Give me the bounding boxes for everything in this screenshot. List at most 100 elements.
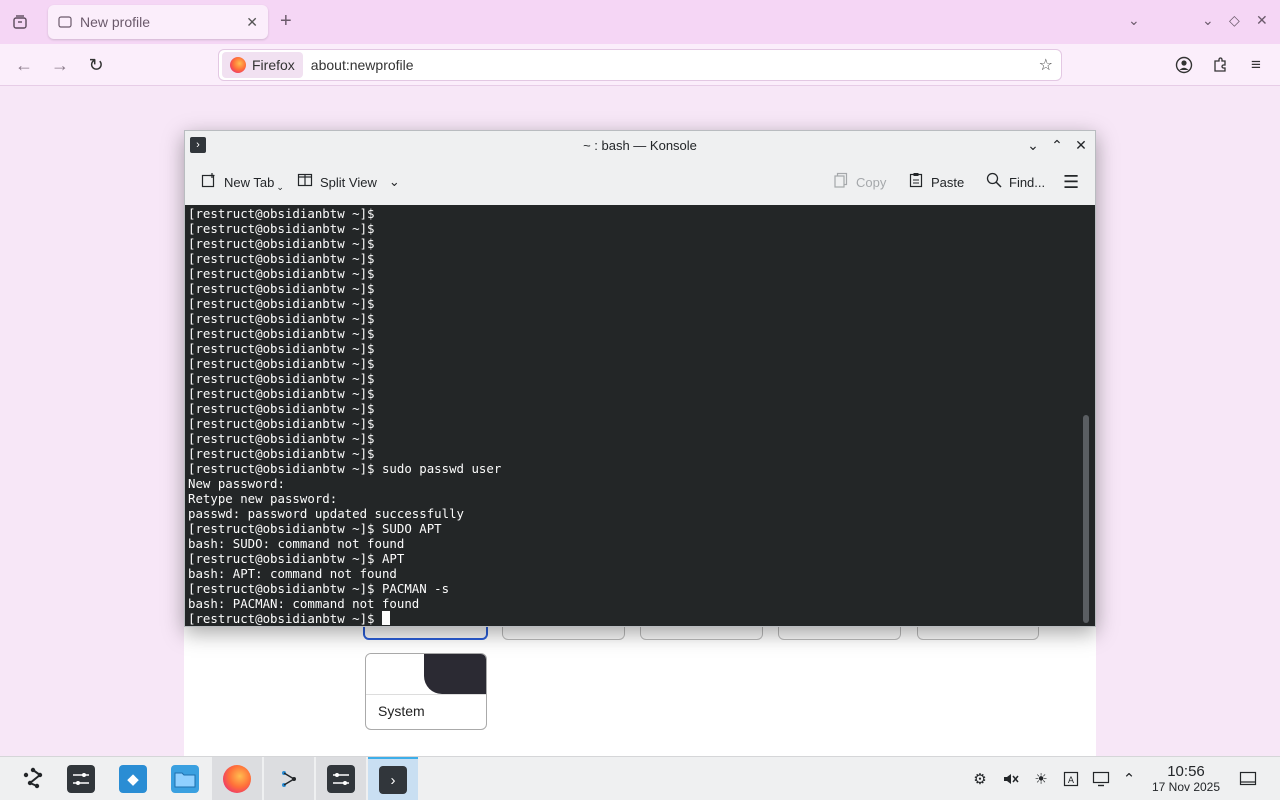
application-launcher[interactable]	[8, 757, 58, 800]
digital-clock[interactable]: 10:56 17 Nov 2025	[1146, 764, 1226, 795]
minimize-icon[interactable]: ⌄	[1024, 136, 1042, 154]
network-icon[interactable]: ⚙	[970, 769, 990, 789]
konsole-window: › ~ : bash — Konsole ⌄ ⌃ ✕ New Tab ⌄ Spl…	[184, 130, 1096, 627]
network-dots-icon	[282, 771, 296, 787]
terminal-line: [restruct@obsidianbtw ~]$ APT	[188, 551, 405, 566]
konsole-titlebar[interactable]: › ~ : bash — Konsole ⌄ ⌃ ✕	[185, 131, 1095, 159]
account-icon[interactable]	[1173, 54, 1195, 76]
terminal-line: [restruct@obsidianbtw ~]$	[188, 221, 375, 236]
split-view-dropdown-icon[interactable]: ⌄	[389, 174, 400, 190]
theme-card[interactable]	[640, 626, 763, 640]
terminal-line: passwd: password updated successfully	[188, 506, 465, 521]
window-minimize-icon[interactable]: ⌄	[1202, 12, 1214, 29]
theme-card[interactable]	[917, 626, 1039, 640]
terminal-prompt-line[interactable]: [restruct@obsidianbtw ~]$	[188, 611, 501, 626]
settings-sliders-icon	[67, 765, 95, 793]
window-close-icon[interactable]: ✕	[1256, 12, 1268, 29]
window-maximize-icon[interactable]: ◇	[1229, 12, 1240, 29]
theme-card[interactable]	[502, 626, 625, 640]
scrollbar-thumb[interactable]	[1083, 415, 1089, 623]
firefox-icon	[223, 765, 251, 793]
terminal-line: [restruct@obsidianbtw ~]$	[188, 401, 375, 416]
new-tab-label: New Tab	[224, 174, 275, 190]
display-icon[interactable]	[1091, 769, 1111, 789]
taskbar-kdeconnect[interactable]	[264, 757, 314, 800]
terminal-line: [restruct@obsidianbtw ~]$	[188, 296, 375, 311]
terminal-line: [restruct@obsidianbtw ~]$	[188, 341, 375, 356]
url-bar[interactable]: Firefox about:newprofile ☆	[218, 49, 1062, 81]
taskbar-settings[interactable]	[56, 757, 106, 800]
terminal-line: Retype new password:	[188, 491, 338, 506]
svg-text:A: A	[1068, 776, 1075, 786]
bookmark-star-icon[interactable]: ☆	[1039, 55, 1053, 75]
clock-date: 17 Nov 2025	[1151, 780, 1221, 794]
terminal-display[interactable]: [restruct@obsidianbtw ~]$ [restruct@obsid…	[185, 205, 1095, 626]
tray-expand-icon[interactable]: ⌃	[1119, 769, 1139, 789]
find-button[interactable]: Find...	[986, 172, 1045, 192]
maximize-icon[interactable]: ⌃	[1048, 136, 1066, 154]
identity-box[interactable]: Firefox	[222, 52, 303, 78]
tab-close-icon[interactable]: ✕	[246, 14, 258, 31]
terminal-line: [restruct@obsidianbtw ~]$	[188, 356, 375, 371]
favicon-icon	[58, 16, 72, 28]
back-icon[interactable]: ←	[13, 54, 35, 76]
terminal-line: bash: APT: command not found	[188, 566, 397, 581]
terminal-line: [restruct@obsidianbtw ~]$	[188, 236, 375, 251]
taskbar-firefox[interactable]	[212, 757, 262, 800]
new-tab-icon	[201, 172, 217, 192]
list-all-tabs-icon[interactable]: ⌄	[1128, 12, 1140, 29]
terminal-line: [restruct@obsidianbtw ~]$ sudo passwd us…	[188, 461, 502, 476]
terminal-line: [restruct@obsidianbtw ~]$	[188, 326, 375, 341]
copy-label: Copy	[856, 174, 887, 190]
theme-card-system[interactable]: System	[365, 653, 487, 730]
window-title: ~ : bash — Konsole	[583, 137, 697, 153]
new-tab-button[interactable]: New Tab ⌄	[201, 172, 284, 192]
close-icon[interactable]: ✕	[1072, 136, 1090, 154]
firefox-logo-icon	[230, 57, 246, 73]
browser-tabstrip: New profile ✕ + ⌄ ⌄ ◇ ✕	[0, 0, 1280, 44]
menu-icon[interactable]: ≡	[1245, 54, 1267, 76]
keyboard-layout-icon[interactable]: A	[1061, 769, 1081, 789]
terminal-line: [restruct@obsidianbtw ~]$	[188, 266, 375, 281]
terminal-line: bash: SUDO: command not found	[188, 536, 405, 551]
terminal-line: [restruct@obsidianbtw ~]$	[188, 281, 375, 296]
taskbar-dolphin[interactable]	[160, 757, 210, 800]
terminal-line: [restruct@obsidianbtw ~]$	[188, 431, 375, 446]
taskbar-system-settings[interactable]	[316, 757, 366, 800]
find-label: Find...	[1009, 174, 1046, 190]
url-input[interactable]: about:newprofile	[311, 57, 1039, 73]
terminal-prompt: [restruct@obsidianbtw ~]$	[188, 611, 382, 626]
taskbar-discover[interactable]: ◆	[108, 757, 158, 800]
volume-muted-icon[interactable]	[1001, 769, 1021, 789]
copy-button[interactable]: Copy	[833, 172, 886, 192]
terminal-line: bash: PACMAN: command not found	[188, 596, 420, 611]
terminal-line: [restruct@obsidianbtw ~]$ PACMAN -s	[188, 581, 450, 596]
split-view-label: Split View	[320, 174, 377, 190]
tab-new-profile[interactable]: New profile ✕	[48, 5, 268, 39]
split-view-button[interactable]: Split View ⌄	[297, 172, 400, 192]
reload-icon[interactable]: ↻	[85, 54, 107, 76]
hamburger-menu-icon[interactable]: ☰	[1063, 172, 1079, 192]
show-desktop-icon[interactable]	[1238, 769, 1258, 789]
konsole-app-icon[interactable]: ›	[190, 137, 206, 153]
theme-card-selected[interactable]	[363, 626, 488, 640]
split-view-icon	[297, 172, 313, 192]
terminal-line: [restruct@obsidianbtw ~]$	[188, 311, 375, 326]
discover-bag-icon: ◆	[119, 765, 147, 793]
taskbar-konsole[interactable]: ›	[368, 757, 418, 800]
paste-button[interactable]: Paste	[908, 172, 964, 192]
new-tab-icon[interactable]: +	[280, 10, 292, 33]
brightness-icon[interactable]: ☀	[1031, 769, 1051, 789]
terminal-line: [restruct@obsidianbtw ~]$	[188, 386, 375, 401]
paste-label: Paste	[931, 174, 965, 190]
terminal-scrollbar[interactable]	[1083, 209, 1089, 623]
terminal-line: [restruct@obsidianbtw ~]$	[188, 251, 375, 266]
extensions-icon[interactable]	[1209, 54, 1231, 76]
tab-overview-icon[interactable]	[10, 12, 30, 32]
terminal-line: [restruct@obsidianbtw ~]$	[188, 371, 375, 386]
theme-card[interactable]	[778, 626, 901, 640]
browser-navbar: ← → ↻ Firefox about:newprofile ☆ ≡	[0, 44, 1280, 86]
forward-icon[interactable]: →	[49, 54, 71, 76]
identity-label: Firefox	[252, 57, 295, 73]
new-tab-dropdown-icon[interactable]: ⌄	[276, 182, 284, 193]
